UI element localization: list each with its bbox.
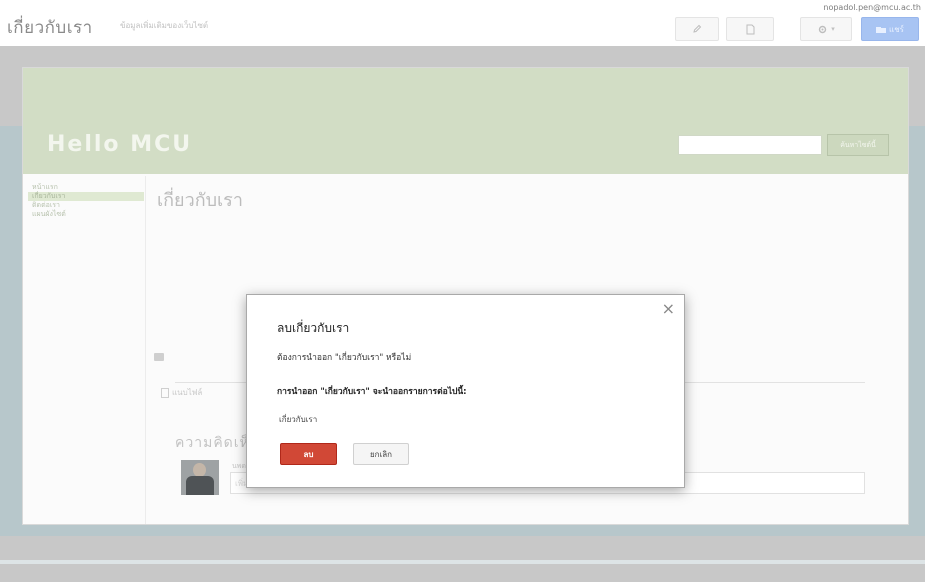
- delete-button[interactable]: ลบ: [280, 443, 337, 465]
- share-people-icon: [876, 26, 887, 33]
- page-title: เกี่ยวกับเรา: [157, 190, 243, 211]
- edit-page-button[interactable]: [675, 17, 719, 41]
- more-actions-button[interactable]: ▾: [800, 17, 852, 41]
- footer-line: [0, 560, 925, 564]
- sidebar-item-home[interactable]: หน้าแรก: [28, 183, 144, 192]
- dialog-title: ลบเกี่ยวกับเรา: [277, 321, 350, 335]
- file-icon: [161, 387, 169, 398]
- editor-toolbar: เกี่ยวกับเรา ข้อมูลเพิ่มเติมของเว็บไซต์ …: [0, 0, 925, 46]
- share-label: แชร์: [889, 24, 904, 34]
- user-email[interactable]: nopadol.pen@mcu.ac.th: [823, 3, 921, 12]
- dialog-message: ต้องการนำออก "เกี่ยวกับเรา" หรือไม่: [277, 353, 412, 363]
- site-header-title[interactable]: Hello MCU: [47, 132, 192, 157]
- site-subtitle: ข้อมูลเพิ่มเติมของเว็บไซต์: [120, 21, 209, 30]
- site-title[interactable]: เกี่ยวกับเรา: [7, 14, 93, 41]
- site-search-input[interactable]: [678, 135, 822, 155]
- sidebar-item-contact[interactable]: ติดต่อเรา: [28, 201, 144, 210]
- cancel-button[interactable]: ยกเลิก: [353, 443, 409, 465]
- chevron-down-icon: ▾: [831, 25, 835, 33]
- dialog-warning: การนำออก "เกี่ยวกับเรา" จะนำออกรายการต่อ…: [277, 387, 467, 397]
- sidebar-divider: [145, 176, 146, 524]
- site-search-button[interactable]: ค้นหาไซต์นี้: [827, 134, 889, 156]
- avatar-body: [186, 476, 214, 495]
- attach-file-link[interactable]: แนบไฟล์: [161, 386, 202, 399]
- avatar-face: [193, 463, 206, 477]
- sidebar-nav: หน้าแรก เกี่ยวกับเรา ติดต่อเรา แผนผังไซต…: [28, 183, 144, 219]
- site-header: [23, 68, 908, 174]
- pencil-icon: [693, 24, 702, 33]
- gear-icon: [819, 25, 827, 33]
- folder-icon: [154, 353, 164, 361]
- share-button[interactable]: แชร์: [861, 17, 919, 41]
- new-page-button[interactable]: [726, 17, 774, 41]
- dialog-affected-item: เกี่ยวกับเรา: [279, 415, 318, 424]
- close-icon[interactable]: ×: [662, 301, 675, 317]
- attach-file-label: แนบไฟล์: [172, 388, 203, 397]
- avatar: [181, 460, 219, 495]
- page-icon: [746, 24, 754, 34]
- sidebar-item-about[interactable]: เกี่ยวกับเรา: [28, 192, 144, 201]
- delete-page-dialog: × ลบเกี่ยวกับเรา ต้องการนำออก "เกี่ยวกับ…: [246, 294, 685, 488]
- sidebar-item-sitemap[interactable]: แผนผังไซต์: [28, 210, 144, 219]
